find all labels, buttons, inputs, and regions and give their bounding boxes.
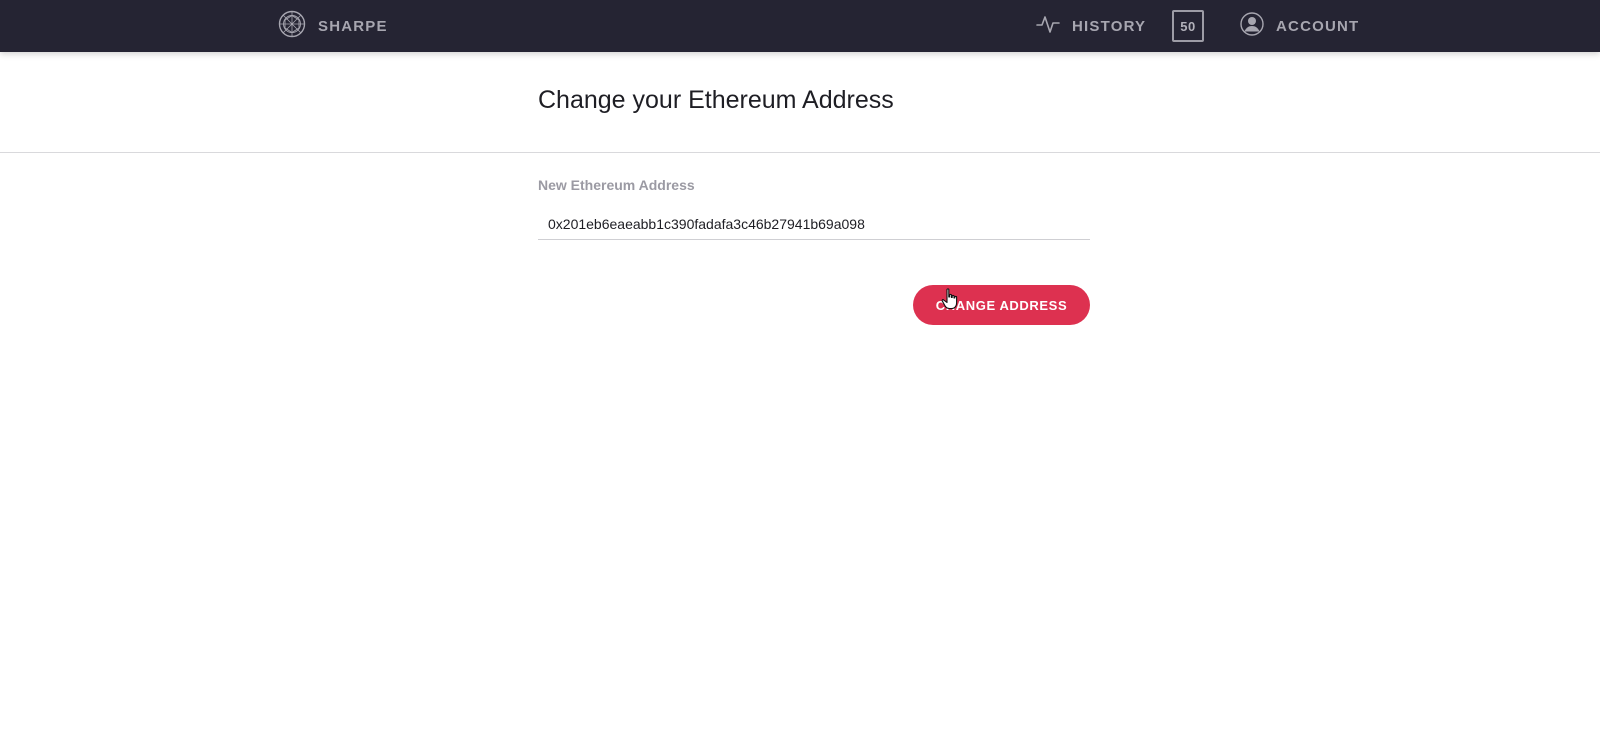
top-navigation-bar: SHARPE HISTORY 50 ACCOUNT	[0, 0, 1600, 52]
brand-name: SHARPE	[318, 17, 388, 35]
sharpe-logo-icon	[278, 10, 306, 43]
change-address-button[interactable]: CHANGE ADDRESS	[913, 285, 1090, 325]
page-header: Change your Ethereum Address	[0, 52, 1600, 153]
ethereum-address-input[interactable]	[538, 208, 1090, 240]
brand-link[interactable]: SHARPE	[278, 10, 388, 43]
counter-badge[interactable]: 50	[1172, 10, 1204, 42]
nav-account-label: ACCOUNT	[1276, 17, 1360, 35]
user-avatar-icon	[1240, 11, 1264, 41]
page-title: Change your Ethereum Address	[538, 86, 894, 114]
nav-history-link[interactable]: HISTORY	[1036, 12, 1146, 40]
nav-history-label: HISTORY	[1072, 17, 1147, 35]
nav-account-link[interactable]: ACCOUNT	[1240, 11, 1360, 41]
address-field-label: New Ethereum Address	[538, 177, 695, 193]
activity-pulse-icon	[1036, 12, 1060, 41]
